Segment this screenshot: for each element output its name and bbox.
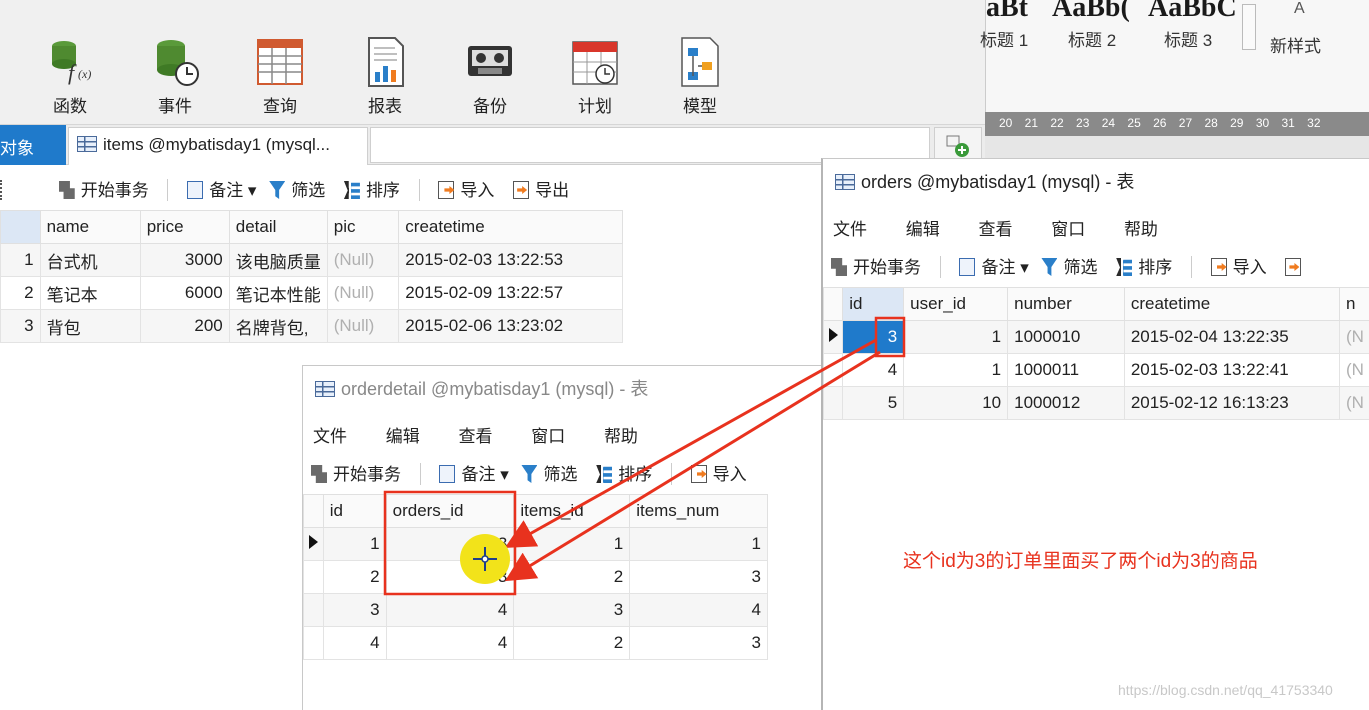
order-id-highlight-box (874, 316, 906, 358)
annotation-overlay (383, 316, 906, 596)
arrow-to-row-1 (504, 338, 877, 548)
watermark: https://blog.csdn.net/qq_41753340 (1118, 682, 1333, 698)
annotation-text: 这个id为3的订单里面买了两个id为3的商品 (903, 551, 1258, 572)
crosshair-cursor-icon (473, 547, 497, 571)
arrow-to-row-2 (504, 350, 881, 582)
